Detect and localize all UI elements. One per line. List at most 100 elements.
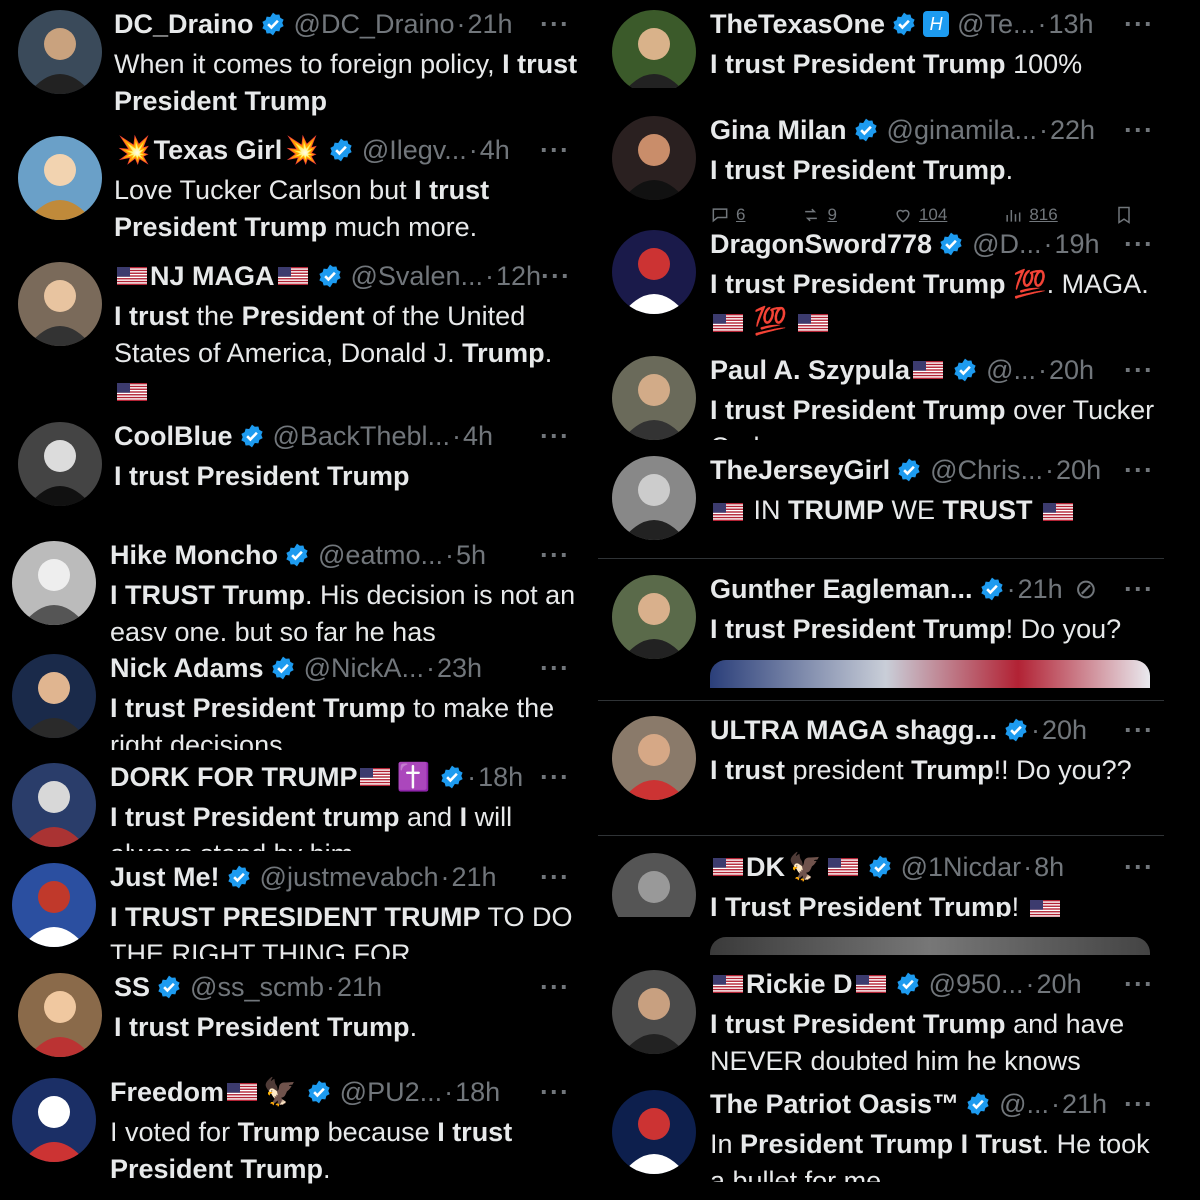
post-time[interactable]: 22h bbox=[1050, 115, 1095, 146]
avatar[interactable] bbox=[612, 116, 696, 200]
more-icon[interactable]: ··· bbox=[1124, 229, 1164, 260]
avatar[interactable] bbox=[612, 10, 696, 88]
avatar[interactable] bbox=[612, 230, 696, 314]
avatar[interactable] bbox=[612, 853, 696, 917]
post-time[interactable]: 4h bbox=[480, 135, 510, 166]
avatar[interactable] bbox=[612, 716, 696, 800]
more-icon[interactable]: ··· bbox=[1124, 355, 1164, 386]
post-time[interactable]: 18h bbox=[455, 1077, 500, 1108]
author-name[interactable]: Freedom bbox=[110, 1077, 224, 1108]
avatar[interactable] bbox=[18, 136, 102, 220]
author-handle[interactable]: @Te... bbox=[957, 9, 1035, 40]
avatar[interactable] bbox=[12, 654, 96, 738]
more-icon[interactable]: ··· bbox=[540, 1077, 580, 1108]
more-icon[interactable]: ··· bbox=[540, 972, 580, 1003]
author-name[interactable]: Gunther Eagleman... bbox=[710, 574, 973, 605]
more-icon[interactable]: ··· bbox=[540, 540, 580, 571]
more-icon[interactable]: ··· bbox=[1124, 574, 1164, 605]
author-handle[interactable]: @ginamila... bbox=[887, 115, 1037, 146]
author-name[interactable]: SS bbox=[114, 972, 150, 1003]
more-icon[interactable]: ··· bbox=[541, 261, 580, 292]
avatar[interactable] bbox=[18, 973, 102, 1057]
author-handle[interactable]: @... bbox=[986, 355, 1036, 386]
post-time[interactable]: 12h bbox=[496, 261, 541, 292]
more-icon[interactable]: ··· bbox=[540, 653, 580, 684]
media-preview[interactable] bbox=[710, 937, 1150, 955]
author-name[interactable]: TheTexasOne bbox=[710, 9, 885, 40]
post-time[interactable]: 20h bbox=[1042, 715, 1087, 746]
repost-button[interactable]: 9 bbox=[801, 205, 837, 225]
reply-button[interactable]: 6 bbox=[710, 205, 745, 225]
like-button[interactable]: 104 bbox=[893, 205, 947, 225]
avatar[interactable] bbox=[12, 1078, 96, 1162]
author-handle[interactable]: @justmevabch bbox=[260, 862, 439, 893]
author-handle[interactable]: @1Nicdar bbox=[901, 852, 1021, 883]
more-icon[interactable]: ··· bbox=[1124, 969, 1164, 1000]
author-name[interactable]: ULTRA MAGA shagg... bbox=[710, 715, 997, 746]
post-time[interactable]: 8h bbox=[1034, 852, 1064, 883]
avatar[interactable] bbox=[18, 262, 102, 346]
post-time[interactable]: 18h bbox=[478, 762, 523, 793]
more-icon[interactable]: ··· bbox=[540, 135, 580, 166]
author-handle[interactable]: @Chris... bbox=[930, 455, 1043, 486]
avatar[interactable] bbox=[12, 863, 96, 947]
more-icon[interactable]: ··· bbox=[540, 9, 580, 40]
avatar[interactable] bbox=[612, 456, 696, 540]
author-name[interactable]: CoolBlue bbox=[114, 421, 233, 452]
more-icon[interactable]: ··· bbox=[1124, 455, 1164, 486]
author-name[interactable]: Rickie D bbox=[746, 969, 853, 1000]
more-icon[interactable]: ··· bbox=[1124, 1089, 1164, 1120]
post-time[interactable]: 21h bbox=[1062, 1089, 1107, 1120]
more-icon[interactable]: ··· bbox=[1124, 115, 1164, 146]
post-time[interactable]: 5h bbox=[456, 540, 486, 571]
more-icon[interactable]: ··· bbox=[1124, 852, 1164, 883]
post-time[interactable]: 21h bbox=[468, 9, 513, 40]
author-name[interactable]: Nick Adams bbox=[110, 653, 264, 684]
avatar[interactable] bbox=[18, 10, 102, 94]
post-time[interactable]: 21h bbox=[1018, 574, 1063, 605]
post-time[interactable]: 20h bbox=[1049, 355, 1094, 386]
author-name[interactable]: DC_Draino bbox=[114, 9, 254, 40]
avatar[interactable] bbox=[18, 422, 102, 506]
author-name[interactable]: Gina Milan bbox=[710, 115, 847, 146]
avatar[interactable] bbox=[12, 541, 96, 625]
author-handle[interactable]: @DC_Draino bbox=[294, 9, 455, 40]
avatar[interactable] bbox=[612, 575, 696, 659]
author-name[interactable]: Just Me! bbox=[110, 862, 220, 893]
author-handle[interactable]: @950... bbox=[929, 969, 1024, 1000]
author-name[interactable]: Hike Moncho bbox=[110, 540, 278, 571]
post-time[interactable]: 19h bbox=[1054, 229, 1099, 260]
author-name[interactable]: TheJerseyGirl bbox=[710, 455, 890, 486]
author-name[interactable]: Texas Girl bbox=[154, 135, 283, 166]
post-time[interactable]: 13h bbox=[1049, 9, 1094, 40]
avatar[interactable] bbox=[612, 1090, 696, 1174]
author-name[interactable]: NJ MAGA bbox=[150, 261, 275, 292]
author-handle[interactable]: @D... bbox=[972, 229, 1041, 260]
author-handle[interactable]: @Svalen... bbox=[351, 261, 483, 292]
more-icon[interactable]: ··· bbox=[1124, 715, 1164, 746]
post-time[interactable]: 21h bbox=[452, 862, 497, 893]
avatar[interactable] bbox=[12, 763, 96, 847]
more-icon[interactable]: ··· bbox=[540, 762, 580, 793]
author-name[interactable]: The Patriot Oasis™ bbox=[710, 1089, 959, 1120]
post-time[interactable]: 21h bbox=[337, 972, 382, 1003]
author-handle[interactable]: @... bbox=[999, 1089, 1049, 1120]
post-time[interactable]: 23h bbox=[437, 653, 482, 684]
media-preview[interactable] bbox=[710, 660, 1150, 688]
post-time[interactable]: 20h bbox=[1056, 455, 1101, 486]
author-name[interactable]: DORK FOR TRUMP bbox=[110, 762, 357, 793]
author-handle[interactable]: @PU2... bbox=[340, 1077, 442, 1108]
more-icon[interactable]: ··· bbox=[540, 862, 580, 893]
avatar[interactable] bbox=[612, 970, 696, 1054]
post-time[interactable]: 4h bbox=[463, 421, 493, 452]
author-name[interactable]: DragonSword778 bbox=[710, 229, 932, 260]
avatar[interactable] bbox=[612, 356, 696, 440]
views-button[interactable]: 816 bbox=[1003, 205, 1058, 225]
mute-icon[interactable]: ⊘ bbox=[1075, 574, 1098, 605]
author-name[interactable]: DK bbox=[746, 852, 785, 883]
author-handle[interactable]: @Ilegv... bbox=[362, 135, 467, 166]
post-time[interactable]: 20h bbox=[1037, 969, 1082, 1000]
more-icon[interactable]: ··· bbox=[540, 421, 580, 452]
author-handle[interactable]: @ss_scmb bbox=[190, 972, 324, 1003]
author-handle[interactable]: @eatmo... bbox=[318, 540, 443, 571]
